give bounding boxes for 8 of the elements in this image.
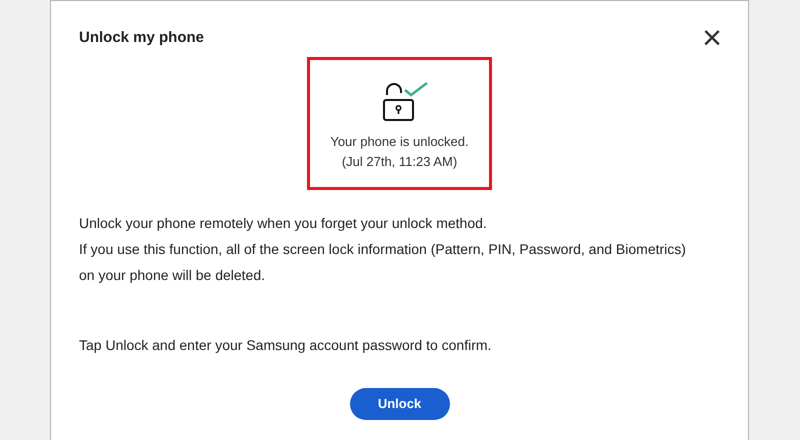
description-text: Unlock your phone remotely when you forget your unlock method.	[79, 214, 488, 233]
status-message: Your phone is unlocked.	[330, 133, 469, 151]
dialog-title: Unlock my phone	[79, 28, 204, 48]
instruction-text: Tap Unlock and enter your Samsung account password to confirm.	[78, 336, 492, 355]
unlock-button[interactable]: Unlock	[350, 388, 450, 420]
description-text: If you use this function, all of the screen lock information (Pattern, PIN, Password, and Biometrics) on your phone will be deleted.	[79, 240, 687, 285]
close-button[interactable]: ×	[702, 21, 722, 55]
status-time: (Jul 27th, 11:23 AM)	[342, 153, 458, 171]
